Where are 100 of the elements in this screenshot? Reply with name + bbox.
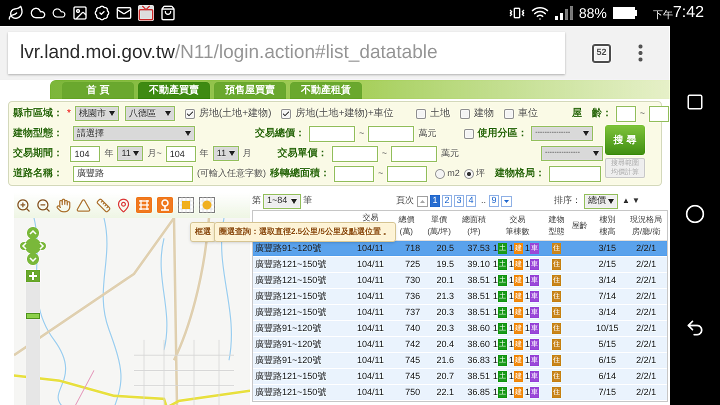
sort-descending[interactable]: ▼ (632, 195, 640, 207)
zoom-slider[interactable] (26, 270, 40, 405)
zoom-in-icon[interactable] (16, 198, 31, 212)
zoom-slider-thumb[interactable] (26, 313, 40, 320)
caret-icon (593, 151, 599, 156)
table-cell-text: 104/11 (356, 386, 385, 399)
table-cell-text: 22.1 (436, 386, 456, 399)
page-up-icon[interactable] (417, 196, 428, 206)
sort-label: 排序： (554, 194, 582, 208)
checkbox[interactable] (460, 108, 470, 118)
page-link[interactable]: 3 (454, 195, 464, 207)
dropdown[interactable]: 11 (212, 146, 239, 161)
text-field[interactable] (332, 146, 378, 162)
text-field[interactable] (391, 146, 437, 162)
pan-control[interactable] (20, 226, 46, 266)
page-link[interactable]: 1 (430, 195, 440, 207)
dropdown[interactable]: 請選擇 (73, 126, 195, 141)
nav-tab[interactable]: 不動產買賣 (138, 82, 210, 99)
page-link[interactable]: 4 (466, 195, 476, 207)
deal-count: 1 (492, 274, 498, 287)
page-link[interactable]: 2 (442, 195, 452, 207)
table-cell-text: 104/11 (356, 338, 385, 351)
table-cell-text: 廣豐路91~120號 (254, 322, 322, 335)
text-field[interactable] (616, 106, 636, 122)
sort-ascending[interactable]: ▲ (622, 195, 630, 207)
table-cell-text: 廣豐路121~150號 (254, 370, 328, 383)
caret-icon (185, 131, 191, 136)
map-pin-icon[interactable] (116, 198, 131, 212)
home-icon[interactable] (685, 204, 705, 224)
text-field[interactable]: 104 (70, 146, 100, 162)
checkbox[interactable] (281, 108, 292, 118)
table-cell-text: 38.51 (466, 370, 491, 383)
unit-label: 月 (242, 146, 252, 160)
location-icon[interactable] (157, 197, 173, 213)
page-link[interactable]: 9 (489, 195, 500, 207)
dropdown[interactable]: 桃園市 (74, 106, 119, 121)
text-field[interactable] (368, 126, 414, 142)
unit-label: 年 (200, 146, 209, 160)
table-cell-text: 2/15 (598, 258, 618, 271)
menu-icon[interactable] (638, 44, 643, 62)
triangle-icon[interactable] (76, 198, 91, 212)
unit-label: 年 (104, 146, 114, 160)
back-icon[interactable] (685, 318, 705, 338)
deal-count: 1 (508, 290, 514, 303)
zoom-in-button[interactable] (26, 270, 40, 282)
deal-count: 1 (524, 274, 530, 287)
text-field[interactable]: 廣豐路 (73, 166, 193, 182)
table-cell-text: 104/11 (356, 306, 385, 319)
cloud-icon (30, 5, 46, 21)
caret-icon (164, 111, 171, 116)
circle-select-icon[interactable] (199, 197, 215, 213)
table-cell-text: 廣豐路121~150號 (254, 386, 328, 399)
page-down-icon[interactable] (501, 196, 512, 206)
recent-apps-icon[interactable] (686, 92, 704, 111)
hand-icon[interactable] (56, 198, 71, 212)
table-cell-text: 2/2/1 (635, 386, 658, 399)
table-cell-text: 20.4 (436, 338, 456, 351)
tooltip: 圈選查詢：選取直徑2.5公里/5公里及點選位置 。 (214, 222, 396, 242)
table-cell-text: 6/14 (598, 370, 618, 383)
deal-count: 1 (508, 258, 514, 271)
clock: 7:42 (672, 3, 704, 23)
field-label: 使用分區： (477, 126, 528, 141)
text-field[interactable] (387, 166, 428, 182)
deal-count: 1 (492, 338, 498, 351)
checkbox[interactable] (416, 108, 426, 118)
deal-count: 1 (524, 290, 530, 303)
text-field[interactable] (649, 106, 670, 122)
deal-count: 1 (492, 290, 498, 303)
ruler-icon[interactable] (96, 198, 111, 212)
table-cell-text: 20.3 (436, 306, 456, 319)
text-field[interactable] (548, 166, 601, 182)
table-cell-text: 廣豐路121~150號 (254, 274, 328, 287)
layers-icon[interactable] (136, 197, 152, 213)
box-select-icon[interactable] (178, 197, 194, 213)
deal-count: 1 (508, 274, 514, 287)
dropdown[interactable]: 11 (117, 146, 144, 161)
text-field[interactable] (334, 166, 374, 182)
table-cell-text: 2/2/1 (635, 306, 658, 319)
range-separator: ~ (359, 126, 364, 140)
checkbox[interactable] (184, 108, 195, 118)
sort-dropdown[interactable]: 總價 (584, 194, 618, 208)
deal-count: 1 (524, 242, 530, 255)
text-field[interactable]: 104 (166, 146, 196, 162)
battery-icon (612, 7, 637, 19)
checkbox[interactable] (504, 108, 514, 118)
text-field[interactable] (309, 126, 355, 142)
checkbox[interactable] (464, 128, 474, 138)
column-header: 現況格局 房/廳/衛 (630, 214, 662, 238)
radio-button[interactable] (464, 168, 474, 178)
zoom-out-icon[interactable] (36, 198, 51, 212)
page-gap: .. (481, 194, 486, 208)
table-cell-text: 3/14 (598, 306, 618, 319)
tab-count-button[interactable]: 52 (592, 44, 611, 62)
url-field[interactable]: lvr.land.moi.gov.tw/N11/login.action#list_datatable (8, 32, 565, 74)
radio-button[interactable] (435, 168, 446, 178)
deal-count: 1 (524, 354, 530, 367)
table-cell-text: 廣豐路91~120號 (254, 242, 322, 255)
range-dropdown[interactable]: 1~84 (263, 194, 301, 208)
checkbox-label: 建物 (474, 106, 494, 121)
dropdown[interactable]: 八德區 (124, 106, 175, 121)
